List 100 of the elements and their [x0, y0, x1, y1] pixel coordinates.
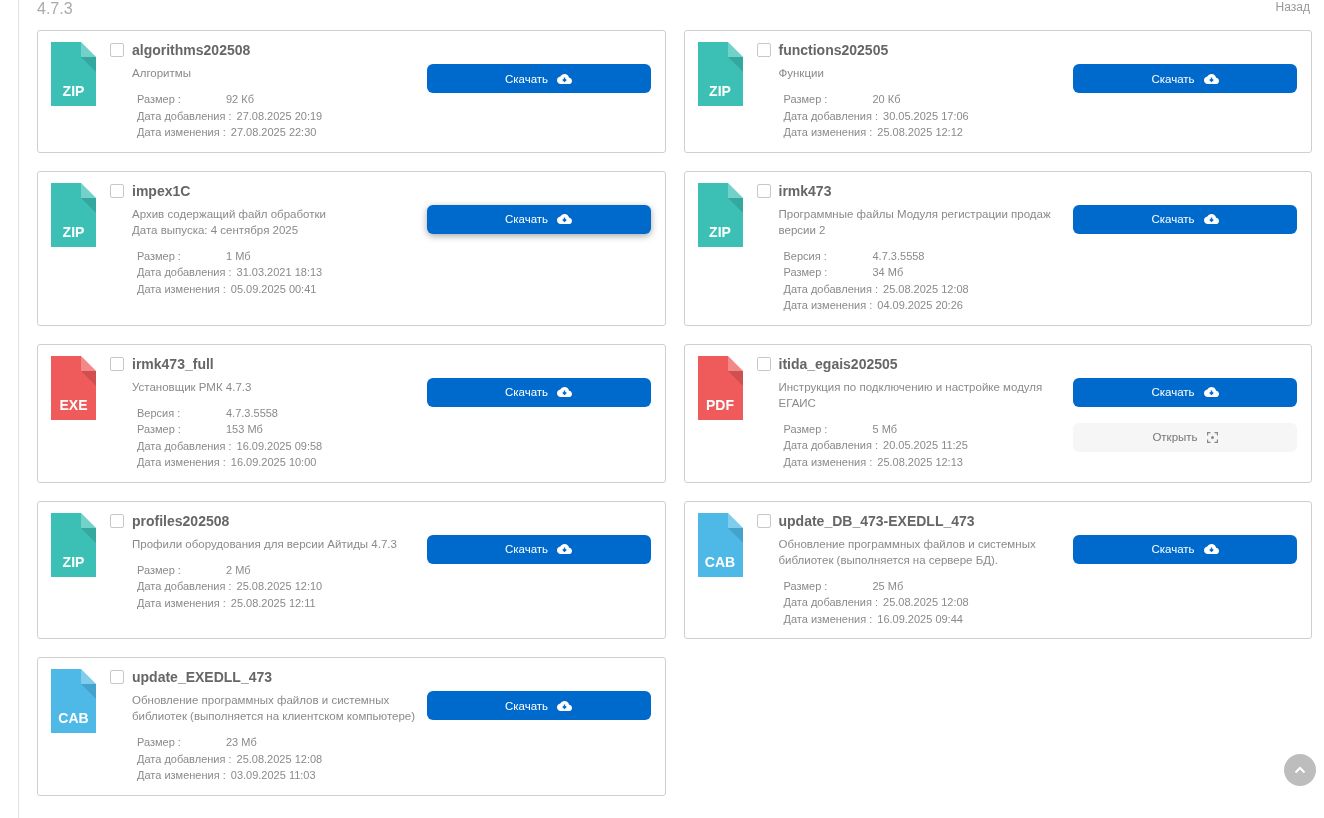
file-type-label: CAB	[703, 553, 737, 570]
meta-label: Размер :	[137, 735, 182, 750]
meta-label: Дата изменения :	[137, 125, 226, 140]
cloud-download-icon	[557, 700, 573, 711]
file-type-label: ZIP	[708, 83, 732, 99]
meta-value: 4.7.3.5558	[226, 405, 278, 421]
file-name: impex1C	[132, 182, 191, 199]
meta-value: 16.09.2025 09:44	[877, 611, 963, 627]
meta-value: 27.08.2025 22:30	[230, 125, 317, 140]
meta-label: Версия :	[137, 405, 182, 421]
file-name: functions202505	[778, 42, 889, 58]
file-type-label: ZIP	[61, 553, 86, 570]
version-heading: 4.7.3	[37, 0, 73, 18]
checkbox[interactable]	[756, 183, 771, 198]
meta-value: 25.08.2025 12:10	[236, 579, 323, 594]
download-button[interactable]: Скачать	[1073, 64, 1297, 93]
meta-value: 25.08.2025 12:08	[236, 751, 323, 767]
download-button[interactable]: Скачать	[426, 377, 651, 407]
meta-label: Дата изменения :	[783, 298, 873, 313]
meta-label: Размер :	[783, 265, 829, 280]
meta-label: Размер :	[783, 92, 829, 107]
download-button[interactable]: Скачать	[1073, 204, 1297, 234]
checkbox[interactable]	[756, 43, 771, 57]
meta-value: 27.08.2025 20:19	[236, 108, 323, 124]
file-type-label: ZIP	[61, 223, 86, 240]
cloud-download-icon	[557, 73, 573, 84]
checkbox[interactable]	[110, 670, 124, 684]
meta-value: 2 Мб	[226, 562, 251, 578]
meta-label: Размер :	[783, 421, 829, 437]
meta-label: Дата изменения :	[137, 455, 226, 470]
file-description: Архив содержащий файл обработки Дата выпуска: 4 сентября 2025	[132, 206, 327, 238]
checkbox[interactable]	[110, 43, 124, 57]
checkbox[interactable]	[756, 513, 771, 528]
meta-value: 4.7.3.5558	[872, 248, 925, 264]
download-button[interactable]: Скачать	[426, 691, 651, 720]
cloud-download-icon	[557, 544, 573, 554]
file-type-label: EXE	[58, 396, 89, 413]
meta-value: 30.05.2025 17:06	[883, 108, 969, 124]
meta-label: Дата добавления :	[783, 108, 879, 124]
focus-icon	[1206, 431, 1218, 443]
meta-value: 25.08.2025 12:08	[883, 595, 969, 610]
file-name: algorithms202508	[132, 42, 251, 58]
download-button[interactable]: Скачать	[426, 204, 651, 234]
file-name: profiles202508	[132, 512, 230, 529]
meta-label: Версия :	[783, 248, 828, 264]
download-button[interactable]: Скачать	[1073, 377, 1297, 407]
chevron-up-icon	[1294, 766, 1306, 774]
meta-label: Дата изменения :	[783, 125, 873, 140]
meta-label: Дата добавления :	[137, 265, 232, 280]
meta-label: Дата изменения :	[137, 768, 226, 783]
meta-label: Размер :	[783, 578, 829, 594]
checkbox[interactable]	[110, 183, 124, 198]
meta-label: Дата добавления :	[783, 438, 879, 453]
file-type-label: ZIP	[708, 223, 732, 240]
meta-value: 25.08.2025 12:12	[877, 125, 963, 140]
back-link[interactable]: Назад	[1275, 0, 1310, 14]
meta-value: 25 Мб	[872, 578, 904, 594]
meta-value: 92 Кб	[226, 92, 254, 107]
meta-value: 34 Мб	[872, 265, 904, 280]
file-description: Профили оборудования для версии Айтиды 4.7.3	[132, 536, 398, 552]
meta-value: 1 Мб	[226, 248, 251, 264]
meta-value: 16.09.2025 09:58	[236, 438, 323, 454]
file-name: update_EXEDLL_473	[132, 669, 273, 685]
file-name: irmk473	[778, 182, 832, 199]
file-description: Установщик РМК 4.7.3	[132, 379, 253, 395]
meta-label: Дата добавления :	[783, 281, 879, 297]
scroll-top-button[interactable]	[1284, 754, 1316, 786]
meta-value: 5 Мб	[872, 421, 898, 437]
meta-label: Дата изменения :	[783, 611, 873, 627]
file-description: Обновление программных файлов и системных библиотек (выполняется на клиентском компьютере)	[132, 693, 417, 724]
meta-value: 05.09.2025 00:41	[230, 281, 317, 297]
cloud-download-icon	[1203, 73, 1219, 84]
checkbox[interactable]	[756, 356, 771, 371]
meta-label: Дата добавления :	[137, 579, 232, 594]
meta-value: 25.08.2025 12:11	[230, 595, 316, 611]
open-button[interactable]: Открыть	[1073, 422, 1297, 452]
meta-label: Размер :	[137, 248, 182, 264]
meta-label: Дата добавления :	[137, 108, 232, 124]
file-description: Алгоритмы	[132, 66, 192, 81]
file-description: Программные файлы Модуля регистрации продаж версии 2	[778, 206, 1052, 238]
file-description: Инструкция по подключению и настройке модуля ЕГАИС	[778, 379, 1044, 411]
file-type-label: CAB	[57, 710, 90, 726]
meta-value: 25.08.2025 12:13	[877, 454, 963, 470]
download-button[interactable]: Скачать	[426, 64, 651, 93]
meta-value: 31.03.2021 18:13	[236, 265, 323, 280]
meta-value: 20 Кб	[872, 92, 901, 107]
checkbox[interactable]	[110, 356, 124, 371]
meta-label: Дата изменения :	[783, 454, 873, 470]
cloud-download-icon	[1203, 214, 1219, 224]
meta-label: Дата добавления :	[137, 438, 232, 454]
meta-value: 20.05.2025 11:25	[883, 438, 968, 453]
meta-value: 23 Мб	[226, 735, 257, 750]
file-name: update_DB_473-EXEDLL_473	[778, 512, 975, 529]
cloud-download-icon	[1203, 544, 1219, 554]
download-button[interactable]: Скачать	[1073, 534, 1297, 564]
meta-label: Дата добавления :	[137, 751, 232, 767]
download-button[interactable]: Скачать	[426, 534, 651, 564]
checkbox[interactable]	[110, 513, 124, 528]
meta-label: Дата изменения :	[137, 281, 226, 297]
meta-label: Дата изменения :	[137, 595, 226, 611]
